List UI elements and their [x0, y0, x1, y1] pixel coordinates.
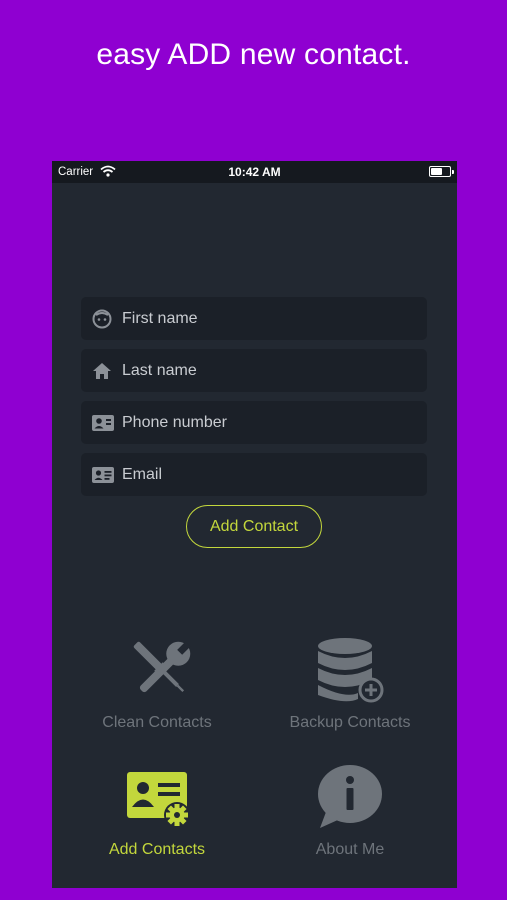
face-icon	[91, 308, 113, 330]
last-name-field[interactable]: Last name	[81, 349, 427, 392]
contact-settings-icon	[127, 772, 190, 828]
info-bubble-icon	[318, 765, 382, 828]
menu-item-about-me[interactable]: About Me	[250, 765, 450, 866]
backup-contacts-label: Backup Contacts	[289, 714, 411, 731]
database-add-icon	[318, 638, 384, 703]
contact-card-icon	[91, 412, 114, 434]
id-card-icon	[91, 464, 114, 486]
about-me-label: About Me	[315, 841, 385, 858]
status-time: 10:42 AM	[228, 165, 281, 179]
phone-number-placeholder: Phone number	[122, 414, 227, 431]
menu-item-clean-contacts[interactable]: Clean Contacts	[57, 631, 257, 741]
status-bar: Carrier 10:42 AM	[52, 161, 457, 183]
headline: easy ADD new contact.	[96, 38, 411, 71]
first-name-field[interactable]: First name	[81, 297, 427, 340]
phone-number-field[interactable]: Phone number	[81, 401, 427, 444]
clean-contacts-label: Clean Contacts	[102, 714, 212, 731]
phone-screen: Carrier 10:42 AM First name Last name Ph…	[52, 161, 457, 888]
email-field[interactable]: Email	[81, 453, 427, 496]
home-icon	[91, 360, 113, 382]
email-placeholder: Email	[122, 466, 163, 483]
first-name-placeholder: First name	[122, 310, 198, 327]
menu-item-backup-contacts[interactable]: Backup Contacts	[250, 631, 450, 741]
menu-item-add-contacts[interactable]: Add Contacts	[57, 766, 257, 866]
last-name-placeholder: Last name	[122, 362, 197, 379]
battery-icon	[429, 166, 454, 177]
add-contact-button[interactable]: Add Contact	[186, 505, 322, 548]
tools-icon	[133, 641, 191, 693]
add-contacts-label: Add Contacts	[108, 841, 206, 858]
